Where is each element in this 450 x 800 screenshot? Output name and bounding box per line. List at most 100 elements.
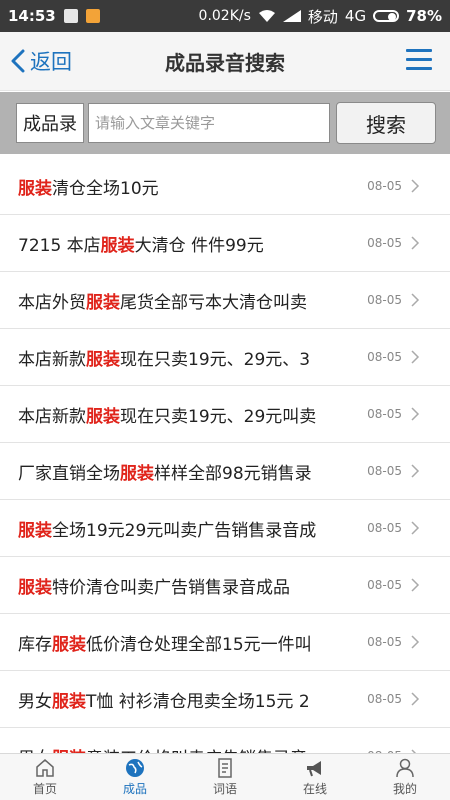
result-row[interactable]: 库存服装低价清仓处理全部15元一件叫 08-05 (0, 614, 450, 671)
result-row[interactable]: 本店外贸服装尾货全部亏本大清仓叫卖 08-05 (0, 272, 450, 329)
result-row[interactable]: 服装全场19元29元叫卖广告销售录音成 08-05 (0, 500, 450, 557)
tab-label: 词语 (212, 782, 237, 796)
title-text: 清仓全场10元 (52, 178, 159, 199)
result-date: 08-05 (367, 179, 402, 193)
document-icon (218, 758, 232, 778)
keyword-highlight: 服装 (18, 178, 52, 199)
result-date: 08-05 (367, 521, 402, 535)
result-date: 08-05 (367, 635, 402, 649)
title-text: T恤 衬衫清仓甩卖全场15元 2 (86, 691, 310, 712)
navigation-bar: 返回 成品录音搜索 (0, 32, 450, 91)
chevron-right-icon (411, 692, 420, 706)
globe-icon (126, 759, 144, 777)
home-icon (36, 759, 54, 777)
battery-percent: 78% (406, 7, 442, 25)
bottom-tab-bar: 首页 成品 词语 在线 我的 (0, 753, 450, 800)
result-row[interactable]: 男女服装T恤 衬衫清仓甩卖全场15元 2 08-05 (0, 671, 450, 728)
tab-products[interactable]: 成品 (90, 754, 180, 800)
keyword-highlight: 服装 (86, 349, 120, 370)
chevron-right-icon (411, 464, 420, 478)
network-speed: 0.02K/s (198, 8, 251, 24)
keyword-highlight: 服装 (86, 292, 120, 313)
result-row[interactable]: 服装清仓全场10元 08-05 (0, 158, 450, 215)
result-date: 08-05 (367, 236, 402, 250)
back-button[interactable]: 返回 (10, 46, 72, 76)
title-text: 样样全部98元销售录 (154, 463, 312, 484)
chevron-left-icon (11, 49, 25, 73)
chevron-right-icon (411, 521, 420, 535)
back-label: 返回 (30, 50, 72, 74)
title-text: 特价清仓叫卖广告销售录音成品 (52, 577, 290, 598)
result-title: 库存服装低价清仓处理全部15元一件叫 (18, 630, 362, 655)
keyword-highlight: 服装 (120, 463, 154, 484)
result-date: 08-05 (367, 578, 402, 592)
result-date: 08-05 (367, 407, 402, 421)
result-title: 服装特价清仓叫卖广告销售录音成品 (18, 573, 362, 598)
app-notification-icon (85, 9, 100, 23)
result-date: 08-05 (367, 350, 402, 364)
chevron-right-icon (411, 407, 420, 421)
keyword-highlight: 服装 (18, 577, 52, 598)
result-list: 服装清仓全场10元 08-05 7215 本店服装大清仓 件件99元 08-05 本店外… (0, 158, 450, 755)
result-row[interactable]: 7215 本店服装大清仓 件件99元 08-05 (0, 215, 450, 272)
search-bar: 成品录 搜索 (0, 92, 450, 154)
result-title: 服装全场19元29元叫卖广告销售录音成 (18, 516, 362, 541)
title-text: 库存 (18, 634, 52, 655)
wifi-icon (258, 10, 275, 22)
tab-mine[interactable]: 我的 (360, 754, 450, 800)
result-row[interactable]: 男女服装童装工价格叫卖广告销售录音08-05 (0, 728, 450, 755)
result-row[interactable]: 服装特价清仓叫卖广告销售录音成品 08-05 (0, 557, 450, 614)
chevron-right-icon (411, 236, 420, 250)
keyword-highlight: 服装 (18, 520, 52, 541)
result-row[interactable]: 厂家直销全场服装样样全部98元销售录 08-05 (0, 443, 450, 500)
result-date: 08-05 (367, 464, 402, 478)
tab-home[interactable]: 首页 (0, 754, 90, 800)
result-date: 08-05 (367, 293, 402, 307)
title-text: 尾货全部亏本大清仓叫卖 (120, 292, 307, 313)
tab-label: 成品 (122, 782, 147, 796)
title-text: 7215 本店 (18, 235, 101, 256)
result-title: 本店新款服装现在只卖19元、29元、3 (18, 345, 362, 370)
user-icon (396, 758, 414, 778)
result-row[interactable]: 本店新款服装现在只卖19元、29元、3 08-05 (0, 329, 450, 386)
result-title: 服装清仓全场10元 (18, 174, 362, 199)
title-text: 男女 (18, 691, 52, 712)
chevron-right-icon (411, 578, 420, 592)
chevron-right-icon (411, 635, 420, 649)
keyword-highlight: 服装 (86, 406, 120, 427)
tab-online[interactable]: 在线 (270, 754, 360, 800)
chevron-right-icon (411, 179, 420, 193)
result-row[interactable]: 本店新款服装现在只卖19元、29元叫卖 08-05 (0, 386, 450, 443)
title-text: 厂家直销全场 (18, 463, 120, 484)
category-selector[interactable]: 成品录 (16, 103, 84, 143)
search-input[interactable] (88, 103, 330, 143)
result-title: 厂家直销全场服装样样全部98元销售录 (18, 459, 362, 484)
result-title: 本店新款服装现在只卖19元、29元叫卖 (18, 402, 362, 427)
result-title: 本店外贸服装尾货全部亏本大清仓叫卖 (18, 288, 362, 313)
search-button[interactable]: 搜索 (336, 102, 436, 144)
title-text: 现在只卖19元、29元、3 (120, 349, 311, 370)
battery-icon (373, 10, 400, 22)
megaphone-icon (307, 761, 321, 777)
network-type: 4G (344, 7, 367, 25)
keyword-highlight: 服装 (100, 235, 135, 256)
menu-icon[interactable] (406, 49, 432, 71)
tab-words[interactable]: 词语 (180, 754, 270, 800)
title-text: 大清仓 件件99元 (134, 235, 264, 256)
result-title: 男女服装T恤 衬衫清仓甩卖全场15元 2 (18, 687, 362, 712)
chevron-right-icon (411, 293, 420, 307)
chevron-right-icon (411, 350, 420, 364)
tab-label: 在线 (302, 782, 327, 796)
tab-label: 首页 (32, 782, 57, 796)
title-text: 全场19元29元叫卖广告销售录音成 (52, 520, 317, 541)
title-text: 本店外贸 (18, 292, 86, 313)
title-text: 本店新款 (18, 349, 86, 370)
result-date: 08-05 (367, 692, 402, 706)
signal-icon (282, 10, 301, 22)
status-time: 14:53 (8, 7, 56, 25)
keyword-highlight: 服装 (52, 691, 86, 712)
title-text: 本店新款 (18, 406, 86, 427)
title-text: 低价清仓处理全部15元一件叫 (86, 634, 312, 655)
title-text: 现在只卖19元、29元叫卖 (120, 406, 317, 427)
status-bar: 14:53 0.02K/s 移动 4G 78% (0, 0, 450, 32)
